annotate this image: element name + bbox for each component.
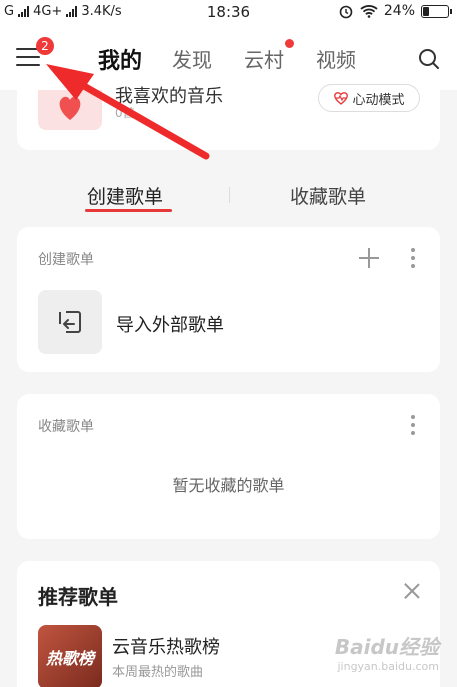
add-playlist-icon[interactable] (359, 248, 379, 268)
import-playlist-icon[interactable] (38, 290, 102, 354)
status-right: 24% (338, 3, 452, 19)
recommend-title: 推荐歌单 (38, 585, 118, 609)
liked-count: 0首 (115, 106, 135, 120)
watermark: Baidu经验 jingyan.baidu.com (335, 631, 439, 673)
watermark-sub: jingyan.baidu.com (337, 660, 439, 673)
tab-created-playlists[interactable]: 创建歌单 (87, 182, 163, 209)
heart-mode-label: 心动模式 (352, 92, 405, 108)
tab-discover[interactable]: 发现 (172, 44, 212, 73)
empty-collected-text: 暂无收藏的歌单 (172, 476, 285, 495)
cover-text: 热歌榜 (45, 649, 94, 668)
import-icon (59, 311, 81, 333)
created-playlists-card: 创建歌单 导入外部歌单 (17, 227, 440, 372)
heartbeat-icon (334, 92, 349, 105)
tab-collected-playlists[interactable]: 收藏歌单 (290, 182, 366, 209)
search-icon[interactable] (418, 48, 440, 70)
battery-percent: 24% (383, 3, 415, 19)
collected-section-title: 收藏歌单 (38, 419, 94, 435)
tab-mine[interactable]: 我的 (98, 43, 142, 75)
collected-playlists-card: 收藏歌单 暂无收藏的歌单 (17, 394, 440, 539)
battery-icon (421, 4, 452, 18)
heart-mode-button[interactable]: 心动模式 (318, 84, 420, 112)
created-section-title: 创建歌单 (38, 252, 94, 268)
tab-video[interactable]: 视频 (316, 44, 356, 73)
watermark-text: Baidu经验 (334, 635, 439, 659)
hamburger-line (16, 64, 40, 66)
more-icon[interactable] (410, 248, 416, 268)
menu-badge: 2 (36, 37, 54, 55)
village-notification-dot (285, 39, 294, 48)
playlist-name[interactable]: 云音乐热歌榜 (112, 633, 220, 659)
liked-music-card[interactable]: 我喜欢的音乐 0首 心动模式 (17, 84, 440, 150)
tab-village[interactable]: 云村 (244, 44, 284, 73)
heart-icon (59, 96, 81, 120)
playlist-desc: 本周最热的歌曲 (112, 665, 204, 680)
top-nav: 2 我的 发现 云村 视频 (0, 26, 457, 90)
alarm-icon (339, 5, 353, 19)
playlist-cover[interactable]: 热歌榜 (38, 625, 102, 687)
segment-divider (229, 187, 230, 203)
close-icon[interactable] (404, 583, 420, 599)
wifi-icon (360, 5, 378, 18)
more-icon[interactable] (410, 415, 416, 435)
menu-button[interactable] (16, 48, 40, 68)
hamburger-line (16, 56, 40, 58)
liked-cover (38, 90, 102, 130)
status-bar: G 4G+ 3.4K/s 18:36 24% (0, 0, 457, 26)
segment-underline (85, 209, 172, 212)
import-playlist-label[interactable]: 导入外部歌单 (116, 311, 224, 337)
